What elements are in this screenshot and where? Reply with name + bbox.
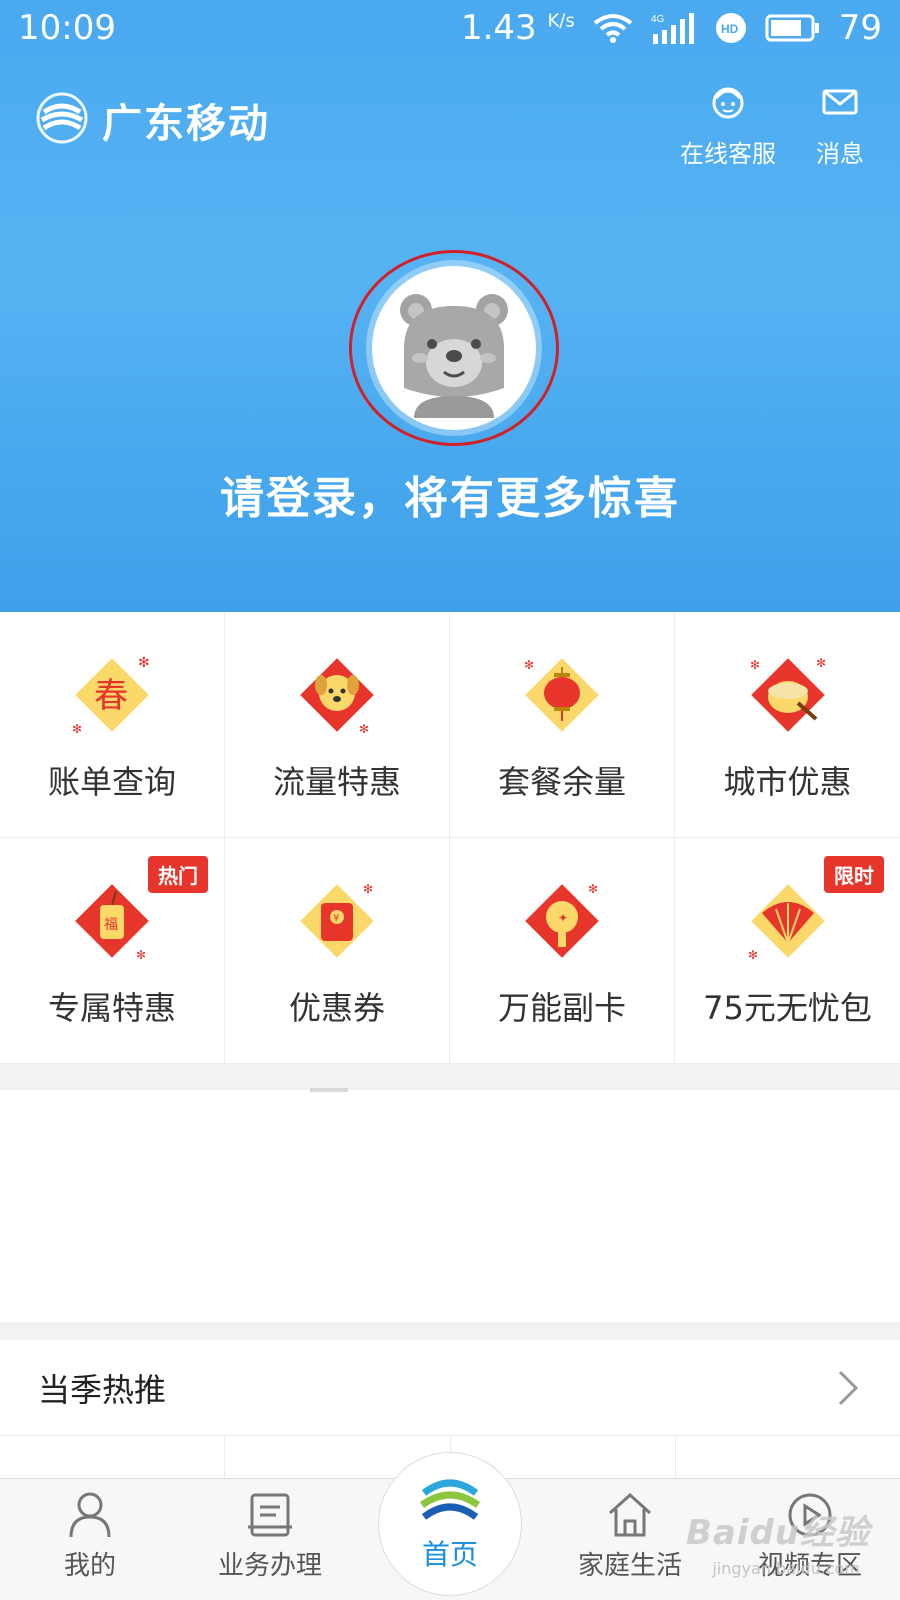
service-data-deal[interactable]: ✻ 流量特惠: [225, 612, 450, 838]
banner-carousel[interactable]: [0, 1088, 900, 1322]
service-label: 专属特惠: [47, 988, 176, 1027]
service-grid: 春 ✻ ✻ 账单查询 ✻ 流量特惠 ✻ 套餐余量 ✻ ✻ 城市优惠 热门 福 ✻…: [0, 612, 900, 1064]
seasonal-hot-section[interactable]: 当季热推: [0, 1340, 900, 1436]
svg-text:✻: ✻: [72, 722, 82, 736]
tab-label: 家庭生活: [577, 1551, 682, 1581]
hd-icon: HD: [715, 12, 747, 44]
hot-badge: 热门: [148, 856, 208, 893]
service-label: 账单查询: [47, 762, 176, 801]
spring-couplet-icon: 春 ✻ ✻: [72, 655, 150, 736]
card-icon: ✦ ✻: [525, 882, 599, 958]
china-mobile-logo-icon: [36, 92, 88, 148]
svg-text:✻: ✻: [588, 882, 598, 896]
lantern-icon: ✻: [524, 658, 599, 732]
svg-text:✦: ✦: [558, 911, 568, 925]
svg-text:福: 福: [104, 917, 118, 933]
svg-text:✻: ✻: [524, 658, 534, 672]
brand: 广东移动: [36, 91, 270, 149]
baidu-watermark: Baidu经验: [685, 1513, 870, 1553]
service-bill-query[interactable]: 春 ✻ ✻ 账单查询: [0, 612, 225, 838]
tab-label: 我的: [63, 1551, 116, 1581]
message-label: 消息: [816, 139, 864, 168]
brand-name: 广东移动: [102, 101, 270, 147]
service-label: 75元无忧包: [703, 988, 872, 1027]
message-button[interactable]: 消息: [816, 82, 864, 169]
service-coupon[interactable]: ¥ ✻ 优惠券: [225, 838, 450, 1064]
section-title: 当季热推: [38, 1370, 167, 1409]
online-service-button[interactable]: 在线客服: [680, 82, 776, 169]
svg-text:✻: ✻: [816, 656, 826, 670]
svg-text:春: 春: [94, 676, 128, 716]
network-speed-unit: K/s: [547, 10, 575, 32]
svg-text:¥: ¥: [333, 913, 339, 924]
service-city-deal[interactable]: ✻ ✻ 城市优惠: [675, 612, 900, 838]
svg-text:✻: ✻: [136, 948, 146, 962]
svg-text:✻: ✻: [138, 655, 150, 671]
message-icon: [820, 82, 860, 128]
app-bar: 广东移动 在线客服 消息: [0, 70, 900, 170]
network-type-text: 4G: [651, 14, 665, 25]
header-actions: 在线客服 消息: [680, 82, 864, 169]
tab-business[interactable]: 业务办理: [180, 1491, 360, 1600]
battery-icon: [765, 14, 821, 42]
person-icon: [69, 1492, 111, 1538]
battery-level: 79: [838, 8, 882, 48]
service-label: 流量特惠: [272, 762, 401, 801]
status-time: 10:09: [18, 8, 116, 48]
red-envelope-icon: ¥ ✻: [300, 882, 374, 958]
dog-icon: ✻: [300, 657, 374, 736]
service-plan-balance[interactable]: ✻ 套餐余量: [450, 612, 675, 838]
bear-avatar-icon: [400, 294, 508, 418]
svg-text:✻: ✻: [363, 882, 373, 896]
status-indicators: 1.43 K/s 4G HD 79: [461, 8, 882, 48]
tab-mine[interactable]: 我的: [0, 1491, 180, 1600]
tab-label: 业务办理: [217, 1551, 322, 1581]
avatar[interactable]: [372, 266, 536, 430]
service-exclusive-deal[interactable]: 热门 福 ✻ 专属特惠: [0, 838, 225, 1064]
document-icon: [248, 1493, 292, 1537]
network-speed-value: 1.43: [460, 8, 537, 48]
home-icon: [608, 1492, 652, 1537]
service-label: 城市优惠: [723, 762, 852, 801]
service-label: 优惠券: [288, 988, 385, 1027]
service-universal-subcard[interactable]: ✦ ✻ 万能副卡: [450, 838, 675, 1064]
service-75-worry-free-pack[interactable]: 限时 ✻ 75元无忧包: [675, 838, 900, 1064]
svg-text:✻: ✻: [359, 722, 369, 736]
svg-text:HD: HD: [721, 22, 739, 36]
svg-text:✻: ✻: [750, 658, 760, 672]
china-mobile-logo-icon: [419, 1479, 481, 1520]
wifi-icon: [593, 13, 633, 43]
signal-icon: 4G: [651, 12, 697, 44]
tab-home[interactable]: 首页: [378, 1452, 522, 1596]
firecracker-icon: 福 ✻: [75, 883, 149, 962]
service-label: 套餐余量: [497, 762, 626, 801]
baidu-watermark-url: jingyan.baidu.com: [712, 1559, 860, 1578]
service-label: 万能副卡: [497, 988, 626, 1027]
status-bar: 10:09 1.43 K/s 4G HD 79: [0, 0, 900, 56]
service-icon: [708, 82, 748, 128]
hero-section: 10:09 1.43 K/s 4G HD 79 广东移动 在线客服 消息 请登录…: [0, 0, 900, 612]
fan-icon: ✻: [748, 883, 825, 962]
online-service-label: 在线客服: [680, 139, 776, 168]
limited-badge: 限时: [824, 856, 884, 893]
avatar-highlight-circle: [349, 250, 559, 446]
network-speed: 1.43 K/s: [461, 8, 575, 48]
carousel-indicator: [310, 1088, 348, 1092]
chevron-right-icon: [834, 1368, 862, 1408]
svg-text:✻: ✻: [748, 948, 758, 962]
login-prompt[interactable]: 请登录，将有更多惊喜: [0, 462, 900, 526]
drum-icon: ✻ ✻: [750, 656, 826, 732]
tab-label: 首页: [421, 1538, 478, 1571]
